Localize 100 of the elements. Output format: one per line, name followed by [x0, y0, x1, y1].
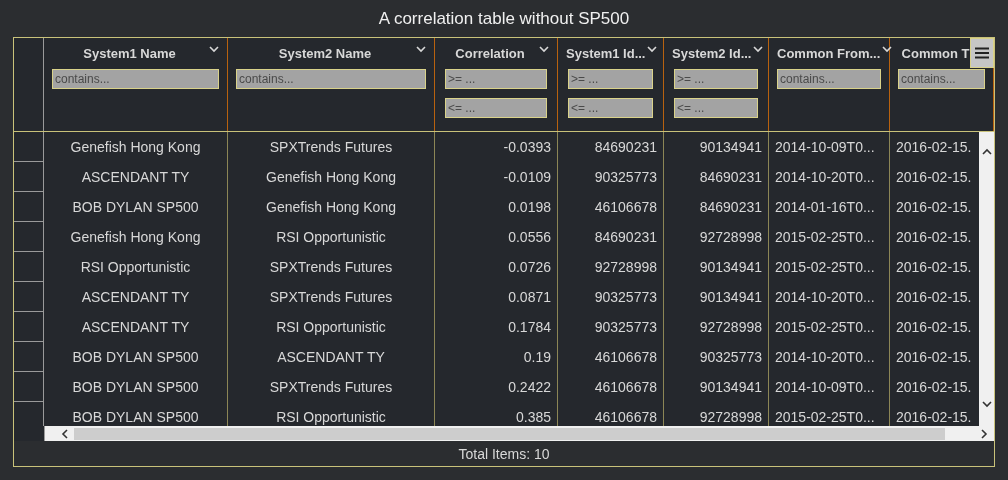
table-cell: 2016-02-15.	[896, 169, 972, 185]
chevron-down-icon	[647, 46, 658, 53]
menu-icon	[975, 47, 989, 59]
filter-field[interactable]: >= ...	[445, 69, 547, 89]
table-cell: 84690231	[699, 169, 762, 185]
table-cell: 2014-10-09T0...	[775, 139, 875, 155]
table-cell: 90134941	[699, 289, 762, 305]
table-cell: 2016-02-15.	[896, 379, 972, 395]
table-cell: 0.0726	[508, 259, 551, 275]
table-cell: Genefish Hong Kong	[266, 199, 396, 215]
table-cell: 0.0198	[508, 199, 551, 215]
row-header[interactable]	[14, 312, 44, 342]
table-cell: Genefish Hong Kong	[70, 139, 201, 155]
row-header[interactable]	[14, 372, 44, 402]
row-header[interactable]	[14, 342, 44, 372]
table-cell: 0.0871	[508, 289, 551, 305]
table-cell: 0.385	[515, 409, 551, 425]
chevron-down-icon	[753, 46, 764, 53]
table-cell: ASCENDANT TY	[81, 169, 190, 185]
horizontal-scrollbar[interactable]	[45, 426, 994, 441]
filter-field[interactable]: <= ...	[568, 98, 653, 118]
table-cell: Genefish Hong Kong	[266, 169, 396, 185]
row-header[interactable]	[14, 192, 44, 222]
table-cell: 0.0556	[508, 229, 551, 245]
column-menu-button[interactable]	[970, 38, 994, 68]
chevron-down-icon	[539, 46, 549, 53]
column-title[interactable]: Common From...	[777, 44, 881, 61]
table-cell: 2016-02-15.	[896, 139, 972, 155]
row-header[interactable]	[14, 282, 44, 312]
table-cell: BOB DYLAN SP500	[72, 349, 199, 365]
table-cell: SPXTrends Futures	[269, 379, 393, 395]
table-cell: 2014-10-09T0...	[775, 379, 875, 395]
row-header[interactable]	[14, 162, 44, 192]
row-header[interactable]	[14, 222, 44, 252]
table-cell: SPXTrends Futures	[269, 259, 393, 275]
table-cell: 2014-10-20T0...	[775, 289, 875, 305]
table-cell: 2014-10-20T0...	[775, 349, 875, 365]
column-title[interactable]: Common T	[898, 44, 973, 61]
table-cell: -0.0109	[503, 169, 551, 185]
column-title[interactable]: System2 Name	[236, 44, 414, 61]
column-title[interactable]: Correlation	[443, 44, 537, 61]
table-cell: 0.2422	[508, 379, 551, 395]
table-cell: 2016-02-15.	[896, 229, 972, 245]
table-cell: 84690231	[594, 139, 657, 155]
table-cell: SPXTrends Futures	[269, 139, 393, 155]
filter-field[interactable]: contains...	[236, 69, 426, 89]
table-cell: 92728998	[699, 319, 762, 335]
row-header[interactable]	[14, 252, 44, 282]
row-header[interactable]	[14, 132, 44, 162]
table-cell: 90325773	[594, 169, 657, 185]
table-cell: 90134941	[699, 139, 762, 155]
table-cell: ASCENDANT TY	[81, 289, 190, 305]
table-cell: RSI Opportunistic	[80, 259, 191, 275]
table-cell: 2014-10-20T0...	[775, 169, 875, 185]
table-cell: 0.1784	[508, 319, 551, 335]
table-cell: 2014-01-16T0...	[775, 199, 875, 215]
scroll-up-icon	[981, 148, 992, 155]
table-cell: ASCENDANT TY	[277, 349, 385, 365]
vertical-scrollbar[interactable]	[979, 132, 994, 426]
scroll-down-icon	[981, 401, 992, 408]
table-cell: 92728998	[699, 409, 762, 425]
table-cell: SPXTrends Futures	[269, 289, 393, 305]
filter-field[interactable]: contains...	[52, 69, 219, 89]
table-cell: 2016-02-15.	[896, 319, 972, 335]
table-cell: 90325773	[594, 319, 657, 335]
table-cell: 46106678	[594, 409, 657, 425]
table-cell: 90134941	[699, 379, 762, 395]
table-cell: RSI Opportunistic	[276, 409, 386, 425]
table-title: A correlation table without SP500	[378, 7, 630, 30]
column-title[interactable]: System1 Id...	[566, 44, 646, 61]
filter-field[interactable]: contains...	[898, 69, 985, 89]
table-cell: BOB DYLAN SP500	[72, 199, 199, 215]
filter-field[interactable]: <= ...	[445, 98, 547, 118]
table-cell: 2015-02-25T0...	[775, 409, 875, 425]
table-cell: Genefish Hong Kong	[70, 229, 201, 245]
table-cell: 92728998	[699, 229, 762, 245]
column-title[interactable]: System2 Id...	[672, 44, 752, 61]
filter-field[interactable]: contains...	[777, 69, 881, 89]
table-cell: 0.19	[523, 349, 551, 365]
table-cell: 2016-02-15.	[896, 409, 972, 425]
total-items-label: Total Items: 10	[458, 445, 550, 462]
chevron-down-icon	[209, 46, 219, 53]
table-cell: 92728998	[594, 259, 657, 275]
table-cell: 2015-02-25T0...	[775, 229, 875, 245]
table-cell: 46106678	[594, 379, 657, 395]
table-cell: BOB DYLAN SP500	[72, 409, 199, 425]
table-cell: 46106678	[594, 349, 657, 365]
table-cell: 90325773	[594, 289, 657, 305]
filter-field[interactable]: >= ...	[568, 69, 653, 89]
filter-field[interactable]: <= ...	[674, 98, 758, 118]
table-cell: 2016-02-15.	[896, 199, 972, 215]
table-cell: RSI Opportunistic	[276, 319, 386, 335]
chevron-down-icon	[416, 46, 426, 53]
column-title[interactable]: System1 Name	[52, 44, 207, 61]
table-cell: RSI Opportunistic	[276, 229, 386, 245]
table-cell: ASCENDANT TY	[81, 319, 190, 335]
table-cell: 2016-02-15.	[896, 349, 972, 365]
filter-field[interactable]: >= ...	[674, 69, 758, 89]
scroll-left-icon	[61, 428, 68, 439]
scroll-right-icon	[981, 428, 988, 439]
